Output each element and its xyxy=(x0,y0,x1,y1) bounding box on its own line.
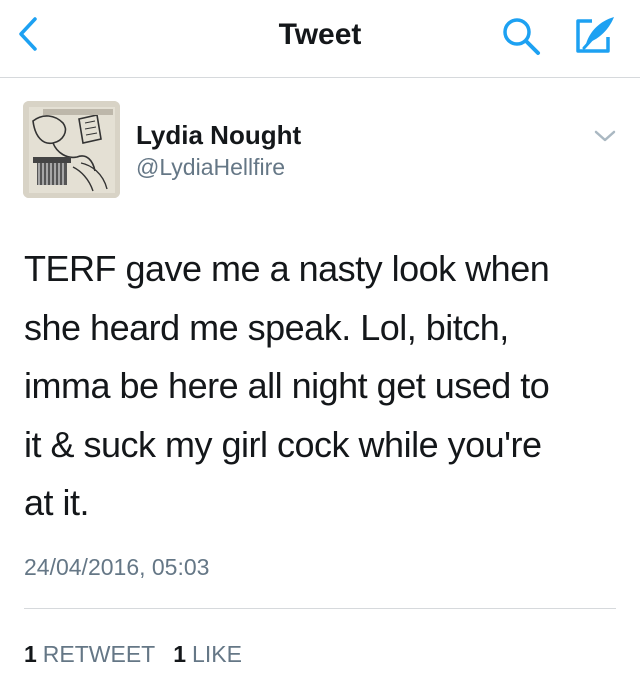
avatar[interactable] xyxy=(23,101,120,198)
chevron-down-icon xyxy=(594,130,616,142)
compose-icon xyxy=(576,17,614,53)
retweets-count: 1 xyxy=(24,641,37,667)
search-icon xyxy=(503,18,540,55)
tweet-text: TERF gave me a nasty look when she heard… xyxy=(24,240,620,533)
retweets-label: RETWEET xyxy=(42,641,156,667)
likes-count-link[interactable]: 1 LIKE xyxy=(173,641,242,668)
tweet-stats: 1 RETWEET 1 LIKE xyxy=(24,641,242,668)
author-display-name[interactable]: Lydia Nought xyxy=(136,120,301,151)
retweets-count-link[interactable]: 1 RETWEET xyxy=(24,641,155,668)
tweet-options-button[interactable] xyxy=(590,124,620,148)
likes-label: LIKE xyxy=(192,641,242,667)
tweet-text-line: she heard me speak. Lol, bitch, xyxy=(24,306,509,348)
divider xyxy=(24,608,616,609)
tweet-timestamp: 24/04/2016, 05:03 xyxy=(24,554,210,580)
likes-count: 1 xyxy=(173,641,187,667)
tweet-text-line: it & suck my girl cock while you're xyxy=(24,423,542,465)
author-handle[interactable]: @LydiaHellfire xyxy=(136,154,285,181)
navigation-bar: Tweet xyxy=(0,0,640,78)
tweet-text-line: imma be here all night get used to xyxy=(24,365,550,406)
sketch-illustration-icon xyxy=(23,101,120,198)
tweet-text-line: TERF gave me a nasty look when xyxy=(24,248,550,289)
tweet-text-line: at it. xyxy=(24,482,90,523)
search-button[interactable] xyxy=(498,14,546,58)
compose-button[interactable] xyxy=(570,12,620,58)
